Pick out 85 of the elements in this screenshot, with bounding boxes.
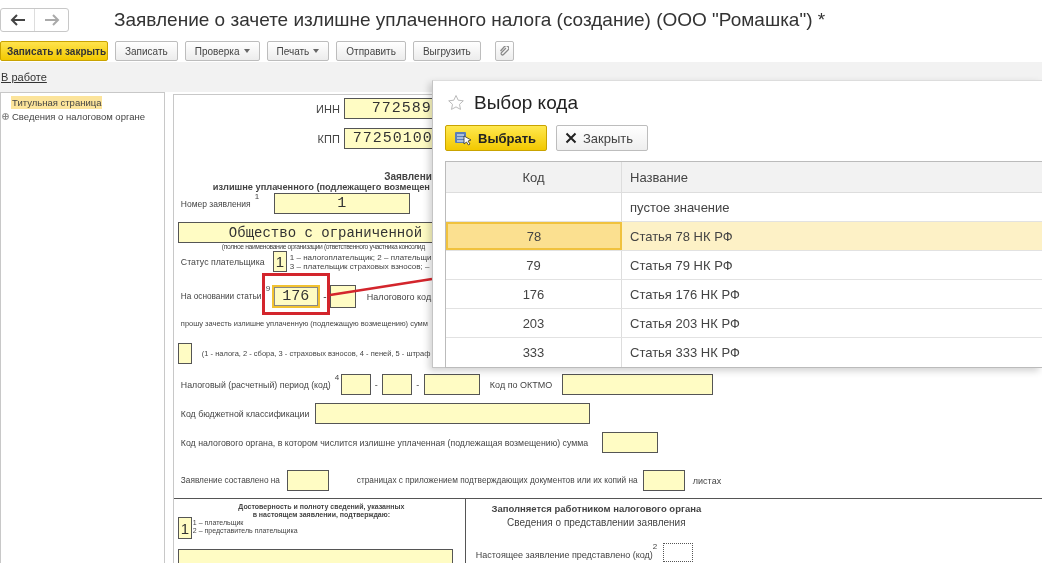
oktmo-field[interactable] bbox=[561, 374, 713, 395]
table-row[interactable]: 78 Статья 78 НК РФ bbox=[446, 222, 1042, 251]
table-cell: 333 bbox=[446, 338, 622, 367]
field-label: Налоговый (расчетный) период (код) bbox=[180, 379, 331, 390]
field-label: Номер заявления bbox=[180, 198, 251, 209]
form-heading: Заявлени bbox=[383, 170, 432, 182]
table-cell: 78 bbox=[446, 222, 622, 250]
caret-icon bbox=[243, 49, 250, 53]
attachments-field[interactable] bbox=[642, 470, 685, 491]
close-icon bbox=[565, 132, 577, 144]
pages-field[interactable] bbox=[286, 470, 329, 491]
expand-icon[interactable] bbox=[2, 112, 9, 120]
star-icon[interactable] bbox=[447, 94, 465, 112]
table-cell: 176 bbox=[446, 280, 622, 308]
field-label: Код бюджетной классификации bbox=[180, 408, 311, 419]
section-title: Заполняется работником налогового органа bbox=[490, 503, 703, 515]
table-row[interactable]: 176 Статья 176 НК РФ bbox=[446, 280, 1042, 309]
tax-office-field[interactable] bbox=[601, 432, 658, 453]
table-cell: 79 bbox=[446, 251, 622, 279]
footnote-mark: 2 bbox=[652, 543, 659, 551]
footnote-mark: 9 bbox=[265, 285, 272, 293]
attach-button[interactable] bbox=[494, 41, 514, 61]
toolbar-button[interactable]: Отправить bbox=[336, 41, 406, 61]
field-label: ИНН bbox=[315, 102, 340, 115]
table-cell-text: Статья 333 НК РФ bbox=[629, 344, 741, 362]
footnote-mark: 4 bbox=[334, 374, 341, 382]
field-label: Код по ОКТМО bbox=[489, 379, 554, 390]
table-row[interactable]: 333 Статья 333 НК РФ bbox=[446, 338, 1042, 367]
caret-icon bbox=[313, 49, 320, 53]
form-heading: излишне уплаченного (подлежащего возмещен bbox=[212, 182, 431, 192]
paperclip-icon bbox=[499, 45, 510, 57]
table-row[interactable]: 79 Статья 79 НК РФ bbox=[446, 251, 1042, 280]
status-field[interactable]: 1 bbox=[272, 251, 287, 272]
period-field[interactable] bbox=[423, 374, 480, 395]
separator: - bbox=[373, 379, 379, 390]
period-field[interactable] bbox=[381, 374, 412, 395]
code-field[interactable] bbox=[662, 543, 693, 562]
dialog-title: Выбор кода bbox=[474, 92, 578, 114]
status-legend: 1 – налогоплательщик; 2 – плательщи 3 – плательщик страховых взносов; – bbox=[289, 252, 432, 271]
field-label: Настоящее заявление представлено (код) bbox=[475, 549, 653, 562]
window-title: Заявление о зачете излишне уплаченного налога (создание) (ООО "Ромашка") * bbox=[114, 9, 826, 31]
field-label: Налогового код bbox=[366, 291, 432, 302]
table-cell: 203 bbox=[446, 309, 622, 337]
field-label: Заявление составлено на bbox=[180, 476, 281, 485]
field-label: Статус плательщика bbox=[180, 256, 266, 267]
separator: - bbox=[415, 379, 421, 390]
column-header[interactable]: Код bbox=[446, 162, 622, 192]
select-button[interactable]: Выбрать bbox=[445, 125, 547, 151]
article-field[interactable]: 176 bbox=[271, 285, 320, 308]
table-cell-text: Статья 203 НК РФ bbox=[629, 314, 741, 333]
inn-field[interactable]: 772589 bbox=[343, 98, 432, 119]
sidebar-item[interactable]: Титульная страница bbox=[11, 95, 103, 109]
signer-field[interactable] bbox=[177, 549, 453, 563]
sidebar-item[interactable]: Сведения о налоговом органе bbox=[11, 109, 146, 123]
table-cell-text: Статья 78 НК РФ bbox=[629, 227, 734, 246]
toolbar-button[interactable]: Записать bbox=[115, 41, 178, 61]
field-label: КПП bbox=[316, 132, 340, 145]
back-icon[interactable] bbox=[9, 14, 26, 26]
field-label: страницах с приложением подтверждающих документов или их копий на bbox=[356, 476, 639, 485]
close-button[interactable]: Закрыть bbox=[556, 125, 648, 151]
period-field[interactable] bbox=[340, 374, 371, 395]
payment-kind-field[interactable] bbox=[177, 343, 192, 364]
kbk-field[interactable] bbox=[314, 403, 590, 424]
field-label: Код налогового органа, в котором числится излишне уплаченная (подлежащая возмещению) сумма bbox=[180, 437, 590, 448]
callout-frame bbox=[262, 273, 330, 315]
confirmation-field[interactable]: 1 bbox=[177, 517, 192, 539]
menu-button[interactable]: Печать bbox=[266, 41, 330, 61]
save-and-close-button[interactable]: Записать и закрыть bbox=[0, 41, 108, 61]
field-label: На основании статьи bbox=[180, 292, 263, 301]
kpp-field[interactable]: 77250100 bbox=[343, 128, 432, 149]
number-field[interactable]: 1 bbox=[273, 193, 410, 214]
field-label: листах bbox=[692, 475, 723, 486]
footnote-mark: 1 bbox=[254, 193, 261, 201]
table-cell-text: Статья 79 НК РФ bbox=[629, 256, 734, 275]
toolbar-button[interactable]: Выгрузить bbox=[412, 41, 481, 61]
list-pointer-icon bbox=[454, 130, 472, 146]
column-header[interactable]: Название bbox=[622, 162, 1042, 192]
status-link[interactable]: В работе bbox=[1, 71, 47, 83]
separator: - bbox=[322, 291, 328, 302]
table-row[interactable]: 203 Статья 203 НК РФ bbox=[446, 309, 1042, 338]
section-subtitle: Сведения о представлении заявления bbox=[506, 517, 687, 529]
table-cell-text: Статья 176 НК РФ bbox=[629, 285, 741, 304]
organization-field[interactable]: Общество с ограниченной bbox=[177, 222, 432, 243]
menu-button[interactable]: Проверка bbox=[184, 41, 260, 61]
table-cell-text: пустое значение bbox=[629, 198, 731, 217]
